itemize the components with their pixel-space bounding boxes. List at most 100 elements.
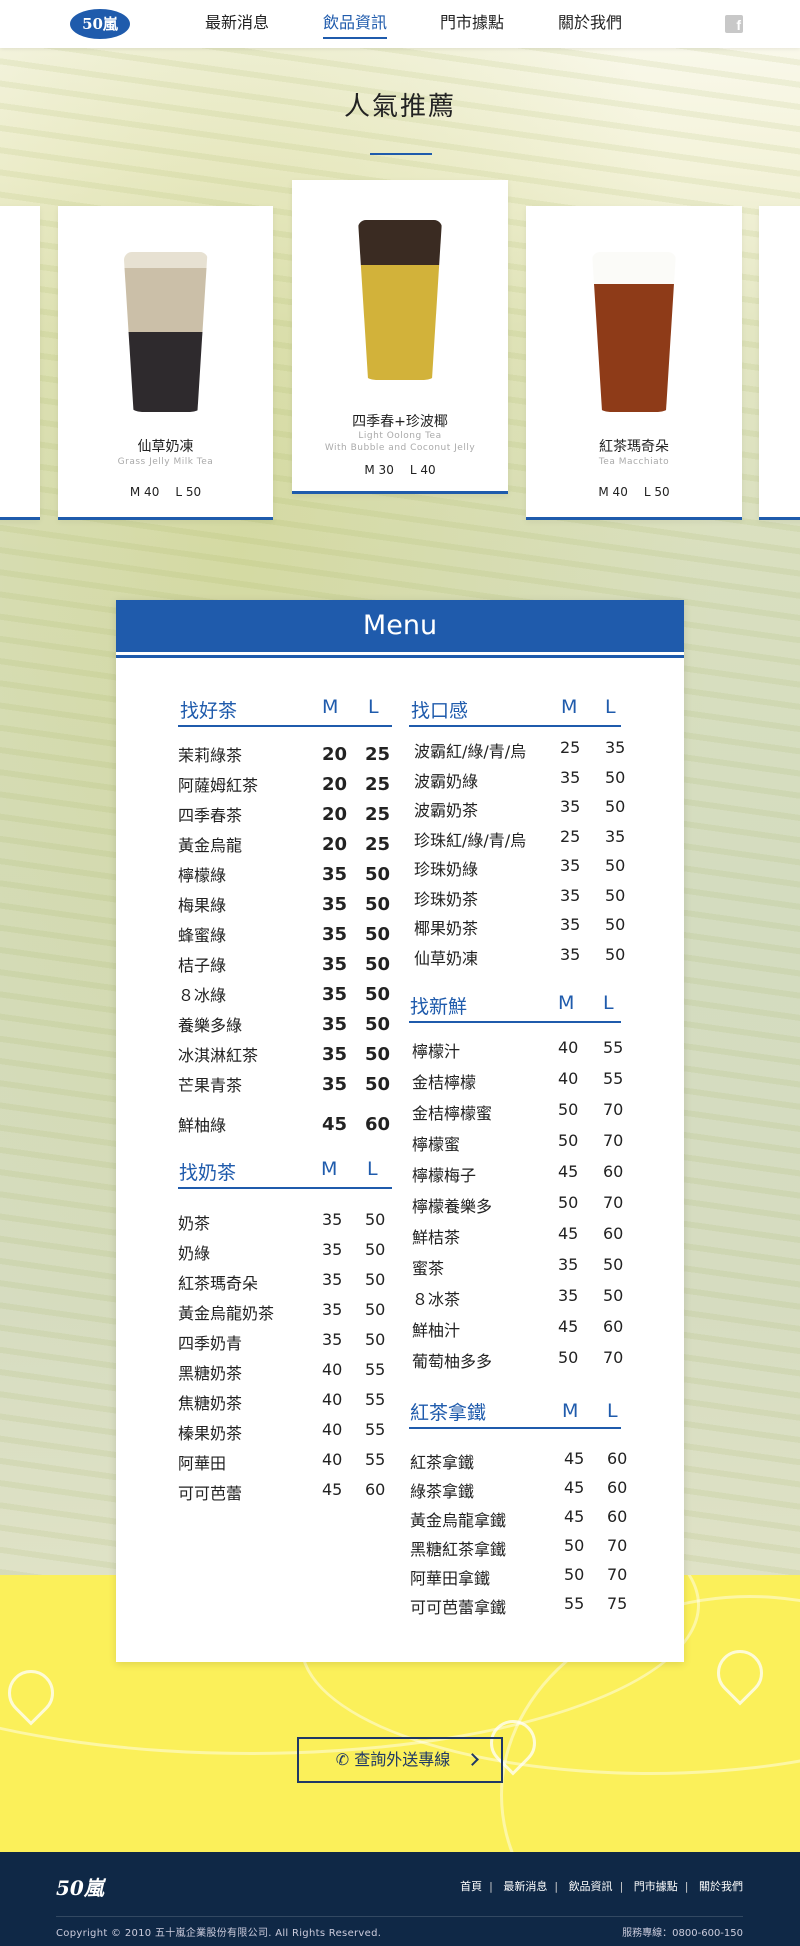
nav-drinks[interactable]: 飲品資訊	[323, 0, 388, 48]
menu-item-price-m: 35	[322, 924, 348, 945]
brand-logo[interactable]: 50嵐	[70, 9, 130, 39]
menu-item-price-l: 50	[365, 1330, 386, 1349]
product-name: 紅茶瑪奇朵	[599, 439, 669, 455]
product-card[interactable]: 仙草奶凍 Grass Jelly Milk Tea M 40 L 50	[58, 206, 273, 520]
popular-section-title: 人氣推薦	[343, 92, 456, 122]
menu-item-name: 黑糖奶茶	[178, 1364, 243, 1383]
footer-divider	[56, 1916, 743, 1917]
menu-item-price-m: 35	[322, 1330, 343, 1349]
menu-item-price-m: 40	[322, 1390, 343, 1409]
menu-item-name: 波霸紅/綠/青/烏	[414, 742, 527, 761]
menu-item-name: 四季春茶	[178, 806, 243, 825]
menu-item-price-l: 55	[365, 1450, 386, 1469]
product-english-name: Tea Macchiato	[598, 457, 670, 467]
menu-item-price-m: 45	[564, 1478, 585, 1497]
menu-item-price-m: 20	[322, 744, 348, 765]
menu-item-price-m: 50	[558, 1131, 579, 1150]
title-underline	[370, 153, 432, 155]
category-underline	[409, 1427, 621, 1429]
menu-item-name: 梅果綠	[178, 896, 227, 915]
menu-item-price-l: 55	[365, 1420, 386, 1439]
menu-item-price-m: 35	[322, 1044, 348, 1065]
menu-item-name: 黑糖紅茶拿鐵	[410, 1540, 507, 1559]
menu-item-name: 紅茶瑪奇朵	[178, 1274, 259, 1293]
delivery-hotline-button[interactable]: ✆ 查詢外送專線	[297, 1737, 503, 1783]
menu-item-price-l: 50	[603, 1255, 624, 1274]
menu-item-price-l: 60	[607, 1478, 628, 1497]
footer-link-news[interactable]: 最新消息	[503, 1880, 547, 1893]
size-l-header: L	[605, 696, 616, 718]
product-card-partial[interactable]	[0, 206, 40, 520]
menu-item-price-m: 25	[560, 738, 581, 757]
menu-item-price-l: 70	[603, 1193, 624, 1212]
drink-image	[592, 252, 676, 412]
footer-link-home[interactable]: 首頁	[460, 1880, 482, 1893]
product-card-partial[interactable]	[759, 206, 800, 520]
menu-item-price-m: 45	[558, 1162, 579, 1181]
chevron-right-icon	[466, 1753, 479, 1766]
product-card[interactable]: 紅茶瑪奇朵 Tea Macchiato M 40 L 50	[526, 206, 742, 520]
menu-item-price-l: 35	[605, 738, 626, 757]
product-english-name-line2: With Bubble and Coconut Jelly	[324, 443, 476, 453]
product-name: 仙草奶凍	[137, 439, 194, 455]
menu-item-name: 冰淇淋紅茶	[178, 1046, 259, 1065]
menu-item-price-m: 50	[564, 1536, 585, 1555]
product-name: 四季春+珍波椰	[352, 414, 448, 430]
size-m-header: M	[562, 1400, 579, 1422]
menu-item-name: 黃金烏龍	[178, 836, 243, 855]
product-card-featured[interactable]: 四季春+珍波椰 Light Oolong Tea With Bubble and…	[292, 180, 508, 494]
menu-item-name: 蜂蜜綠	[178, 926, 227, 945]
menu-item-price-l: 60	[603, 1317, 624, 1336]
facebook-icon[interactable]: f	[725, 15, 743, 33]
menu-item-name: 黃金烏龍拿鐵	[410, 1511, 507, 1530]
category-underline	[178, 725, 392, 727]
delivery-button-label: 查詢外送專線	[354, 1750, 451, 1769]
menu-item-price-l: 70	[607, 1565, 628, 1584]
menu-item-price-m: 35	[322, 954, 348, 975]
nav-news[interactable]: 最新消息	[205, 0, 269, 48]
menu-item-price-m: 50	[558, 1100, 579, 1119]
product-price: M 30 L 40	[364, 463, 436, 477]
footer-link-drinks[interactable]: 飲品資訊	[569, 1880, 613, 1893]
menu-item-price-l: 50	[365, 1044, 391, 1065]
menu-item-name: 檸檬養樂多	[412, 1197, 493, 1216]
menu-item-price-l: 50	[605, 767, 626, 787]
menu-item-name: 可可芭蕾拿鐵	[410, 1598, 507, 1617]
nav-stores[interactable]: 門市據點	[440, 0, 504, 48]
menu-item-price-l: 70	[603, 1100, 624, 1119]
menu-item-price-l: 25	[365, 804, 391, 825]
menu-item-name: ８冰綠	[178, 986, 227, 1005]
category-title-fresh: 找新鮮	[410, 996, 468, 1018]
menu-item-price-m: 40	[322, 1420, 343, 1439]
menu-item-price-l: 60	[365, 1114, 391, 1135]
menu-item-price-l: 60	[603, 1162, 624, 1181]
menu-item-price-m: 20	[322, 834, 348, 855]
menu-item-price-l: 50	[365, 1014, 391, 1035]
menu-item-price-m: 35	[322, 1300, 343, 1319]
menu-item-price-m: 35	[560, 767, 581, 787]
footer-logo[interactable]: 50嵐	[56, 1872, 104, 1901]
menu-item-name: 檸檬梅子	[412, 1166, 477, 1185]
menu-item-price-l: 55	[603, 1069, 624, 1088]
menu-item-price-l: 70	[603, 1131, 624, 1150]
menu-item-name: 金桔檸檬蜜	[412, 1104, 493, 1123]
menu-item-price-l: 50	[365, 1074, 391, 1095]
menu-item-price-m: 35	[560, 856, 581, 875]
menu-item-price-m: 40	[322, 1360, 343, 1379]
menu-item-price-m: 35	[322, 1074, 348, 1095]
menu-item-price-m: 45	[558, 1224, 579, 1243]
menu-item-name: 阿華田拿鐵	[410, 1569, 491, 1588]
menu-item-price-m: 45	[564, 1449, 585, 1468]
nav-about[interactable]: 關於我們	[558, 0, 622, 48]
footer-link-stores[interactable]: 門市據點	[634, 1880, 678, 1893]
size-m-header: M	[321, 1158, 338, 1180]
menu-item-price-l: 50	[605, 797, 626, 816]
menu-item-name: 阿華田	[178, 1454, 227, 1473]
menu-title: Menu	[116, 600, 684, 655]
menu-item-price-m: 35	[558, 1286, 579, 1305]
menu-item-name: 紅茶拿鐵	[410, 1453, 475, 1472]
category-title-milk-tea: 找奶茶	[179, 1162, 237, 1184]
menu-item-price-l: 60	[607, 1507, 628, 1526]
footer-link-about[interactable]: 關於我們	[699, 1880, 743, 1893]
menu-item-price-m: 45	[322, 1480, 343, 1499]
